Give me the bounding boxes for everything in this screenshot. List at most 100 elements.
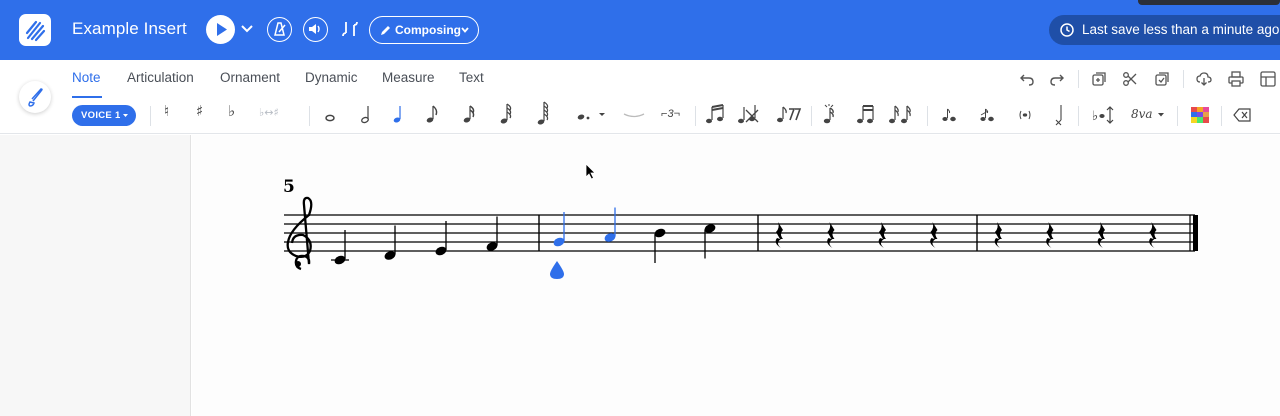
delete-icon[interactable]	[1233, 108, 1251, 122]
note	[331, 230, 349, 265]
download-icon[interactable]	[1195, 70, 1213, 88]
ottava-label: 8va	[1131, 107, 1153, 121]
note	[704, 224, 716, 259]
voice-label: VOICE 1	[81, 110, 121, 121]
tab-measure[interactable]: Measure	[382, 70, 435, 85]
history-icon	[1060, 23, 1074, 37]
sixty-fourth-note-icon[interactable]	[535, 100, 551, 128]
print-icon[interactable]	[1227, 70, 1245, 88]
mode-dropdown[interactable]: Composing	[369, 16, 479, 44]
double-beam-icon[interactable]	[855, 102, 875, 126]
score-title[interactable]: Example Insert	[72, 19, 187, 39]
divider	[1078, 106, 1079, 126]
insertion-marker[interactable]	[550, 261, 564, 279]
quarter-note-icon[interactable]	[390, 102, 406, 126]
tab-dynamic[interactable]: Dynamic	[305, 70, 358, 85]
svg-text:♭: ♭	[1092, 109, 1098, 124]
ghost-note-icon[interactable]	[1017, 107, 1033, 123]
acciaccatura-icon[interactable]	[940, 106, 958, 124]
metronome-icon	[274, 22, 286, 36]
tuplet-button[interactable]: ⌐3¬	[661, 108, 680, 120]
thirty-second-note-icon[interactable]	[498, 101, 514, 127]
chevron-down-icon[interactable]	[1157, 111, 1165, 119]
tuplet-label: 3	[667, 108, 674, 120]
brush-icon	[28, 88, 43, 107]
sound-button[interactable]	[303, 17, 328, 42]
speaker-icon	[309, 24, 320, 34]
tab-note[interactable]: Note	[72, 70, 101, 85]
unbeam-icon[interactable]	[736, 102, 760, 126]
tab-text[interactable]: Text	[459, 70, 484, 85]
rest-insert-icon[interactable]	[775, 103, 803, 125]
paste-icon[interactable]	[1153, 70, 1171, 88]
divider	[150, 106, 151, 126]
scissors-icon[interactable]	[1121, 70, 1139, 88]
mode-label: Composing	[395, 23, 461, 37]
quarter-rest	[827, 222, 835, 248]
category-tabs: Note Articulation Ornament Dynamic Measu…	[0, 60, 1280, 98]
appoggiatura-icon[interactable]	[978, 106, 996, 124]
play-button[interactable]	[206, 15, 235, 44]
transpose-icon[interactable]: ♭	[1090, 104, 1116, 126]
top-bar: Example Insert Composing Last save less …	[0, 0, 1280, 60]
note	[604, 207, 616, 242]
pencil-icon	[381, 26, 390, 35]
tie-icon[interactable]	[622, 108, 646, 122]
quarter-rest	[930, 222, 938, 248]
divider	[927, 106, 928, 126]
tab-ornament[interactable]: Ornament	[220, 70, 280, 85]
playback-options-chevron-icon[interactable]	[240, 22, 254, 36]
divider	[1177, 106, 1178, 126]
brush-button[interactable]	[19, 81, 51, 113]
whole-note-icon[interactable]	[322, 106, 338, 126]
ottava-dropdown[interactable]: 8va	[1131, 107, 1153, 121]
beam-icon[interactable]	[704, 102, 726, 126]
divider	[1183, 70, 1184, 88]
note-color-icon[interactable]	[1191, 107, 1209, 123]
voice-dropdown[interactable]: VOICE 1	[72, 105, 136, 126]
divider	[1078, 70, 1079, 88]
dotted-note-dropdown[interactable]	[574, 108, 608, 124]
measure-number: 5	[283, 177, 295, 197]
quarter-rest	[1046, 222, 1054, 248]
metronome-button[interactable]	[267, 17, 292, 42]
sixteenth-note-icon[interactable]	[461, 102, 477, 126]
quarter-rest	[775, 222, 783, 248]
natural-icon[interactable]: ♮	[164, 102, 169, 120]
window-tab-edge	[1138, 0, 1280, 5]
divider	[309, 106, 310, 126]
flagged-notes-icon[interactable]	[887, 102, 913, 126]
grace-note-icon[interactable]	[821, 102, 837, 126]
divider	[811, 106, 812, 126]
note	[486, 216, 498, 251]
note-toolbar: VOICE 1 ♮ ♯ ♭ ♭↔♯ ⌐3¬ ♭ 8va	[0, 98, 1280, 134]
rests-layer	[775, 222, 1157, 248]
left-panel	[0, 135, 191, 416]
divider	[1221, 106, 1222, 126]
notes-layer	[331, 207, 716, 265]
x-notehead-icon[interactable]	[1051, 102, 1065, 128]
logo-icon[interactable]	[19, 14, 51, 46]
score-canvas[interactable]: 5	[192, 135, 1280, 416]
tab-articulation[interactable]: Articulation	[127, 70, 194, 85]
redo-icon[interactable]	[1048, 70, 1066, 88]
score-svg: 5	[283, 177, 1198, 279]
quarter-rest	[1097, 222, 1105, 248]
play-icon	[217, 23, 227, 36]
mouse-cursor-icon	[585, 163, 596, 180]
tuning-icon[interactable]	[341, 19, 359, 39]
undo-icon[interactable]	[1018, 70, 1036, 88]
eighth-note-icon[interactable]	[424, 102, 440, 126]
save-status-button[interactable]: Last save less than a minute ago	[1049, 15, 1280, 45]
divider	[695, 106, 696, 126]
quarter-rest	[994, 222, 1002, 248]
add-measure-icon[interactable]	[1090, 70, 1108, 88]
quarter-rest	[1149, 222, 1157, 248]
flat-icon[interactable]: ♭	[228, 102, 235, 120]
sharp-icon[interactable]: ♯	[196, 102, 203, 120]
staff	[284, 214, 1195, 252]
save-status-text: Last save less than a minute ago	[1082, 22, 1280, 37]
enharmonic-icon[interactable]: ♭↔♯	[259, 106, 279, 119]
layout-icon[interactable]	[1259, 70, 1277, 88]
half-note-icon[interactable]	[358, 102, 374, 126]
